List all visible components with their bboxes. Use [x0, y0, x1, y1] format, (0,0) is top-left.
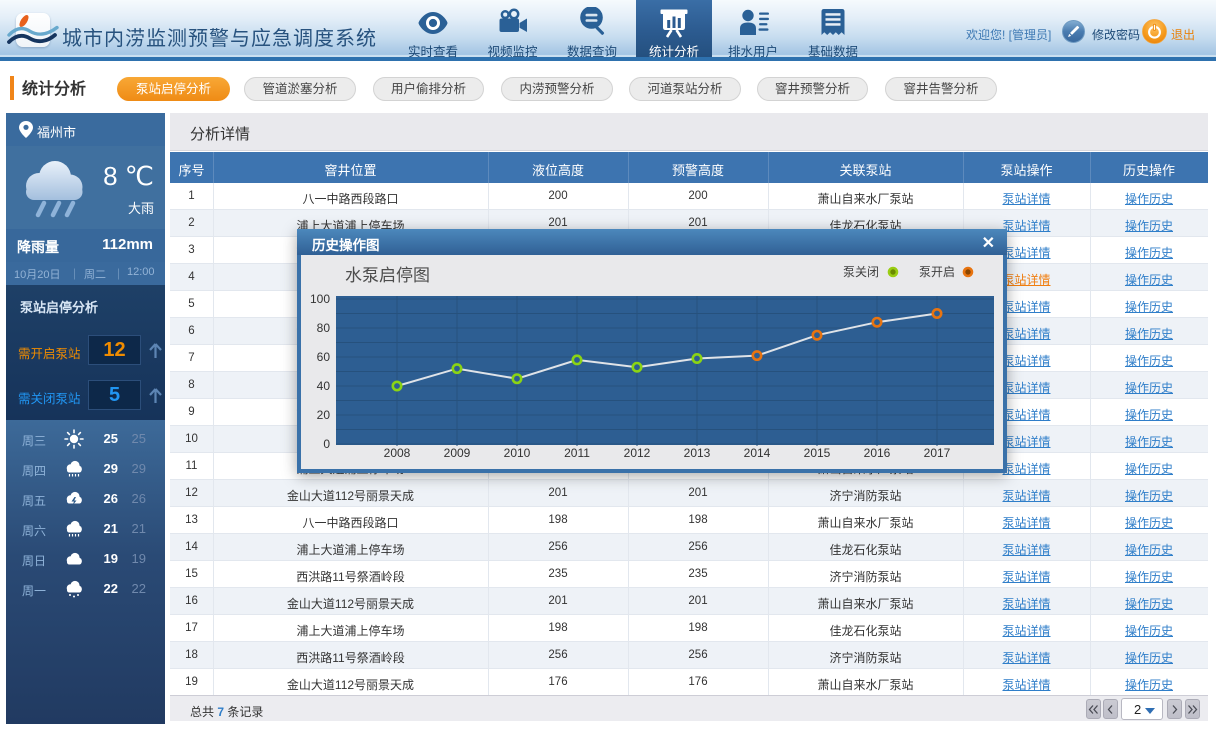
svg-text:0: 0	[323, 437, 330, 451]
svg-text:水泵启停图: 水泵启停图	[345, 266, 430, 285]
svg-text:80: 80	[317, 321, 331, 335]
svg-text:泵关闭: 泵关闭	[843, 265, 879, 279]
svg-text:2009: 2009	[444, 446, 471, 460]
svg-text:60: 60	[317, 350, 331, 364]
svg-text:2015: 2015	[804, 446, 831, 460]
svg-text:2011: 2011	[564, 446, 590, 460]
svg-text:20: 20	[317, 408, 331, 422]
svg-text:泵开启: 泵开启	[919, 265, 955, 279]
svg-text:2010: 2010	[504, 446, 531, 460]
svg-text:2014: 2014	[744, 446, 771, 460]
svg-text:100: 100	[310, 292, 330, 306]
svg-text:40: 40	[317, 379, 331, 393]
svg-text:2016: 2016	[864, 446, 891, 460]
svg-text:2012: 2012	[624, 446, 651, 460]
svg-text:2013: 2013	[684, 446, 711, 460]
svg-text:2017: 2017	[924, 446, 951, 460]
svg-text:2008: 2008	[384, 446, 411, 460]
